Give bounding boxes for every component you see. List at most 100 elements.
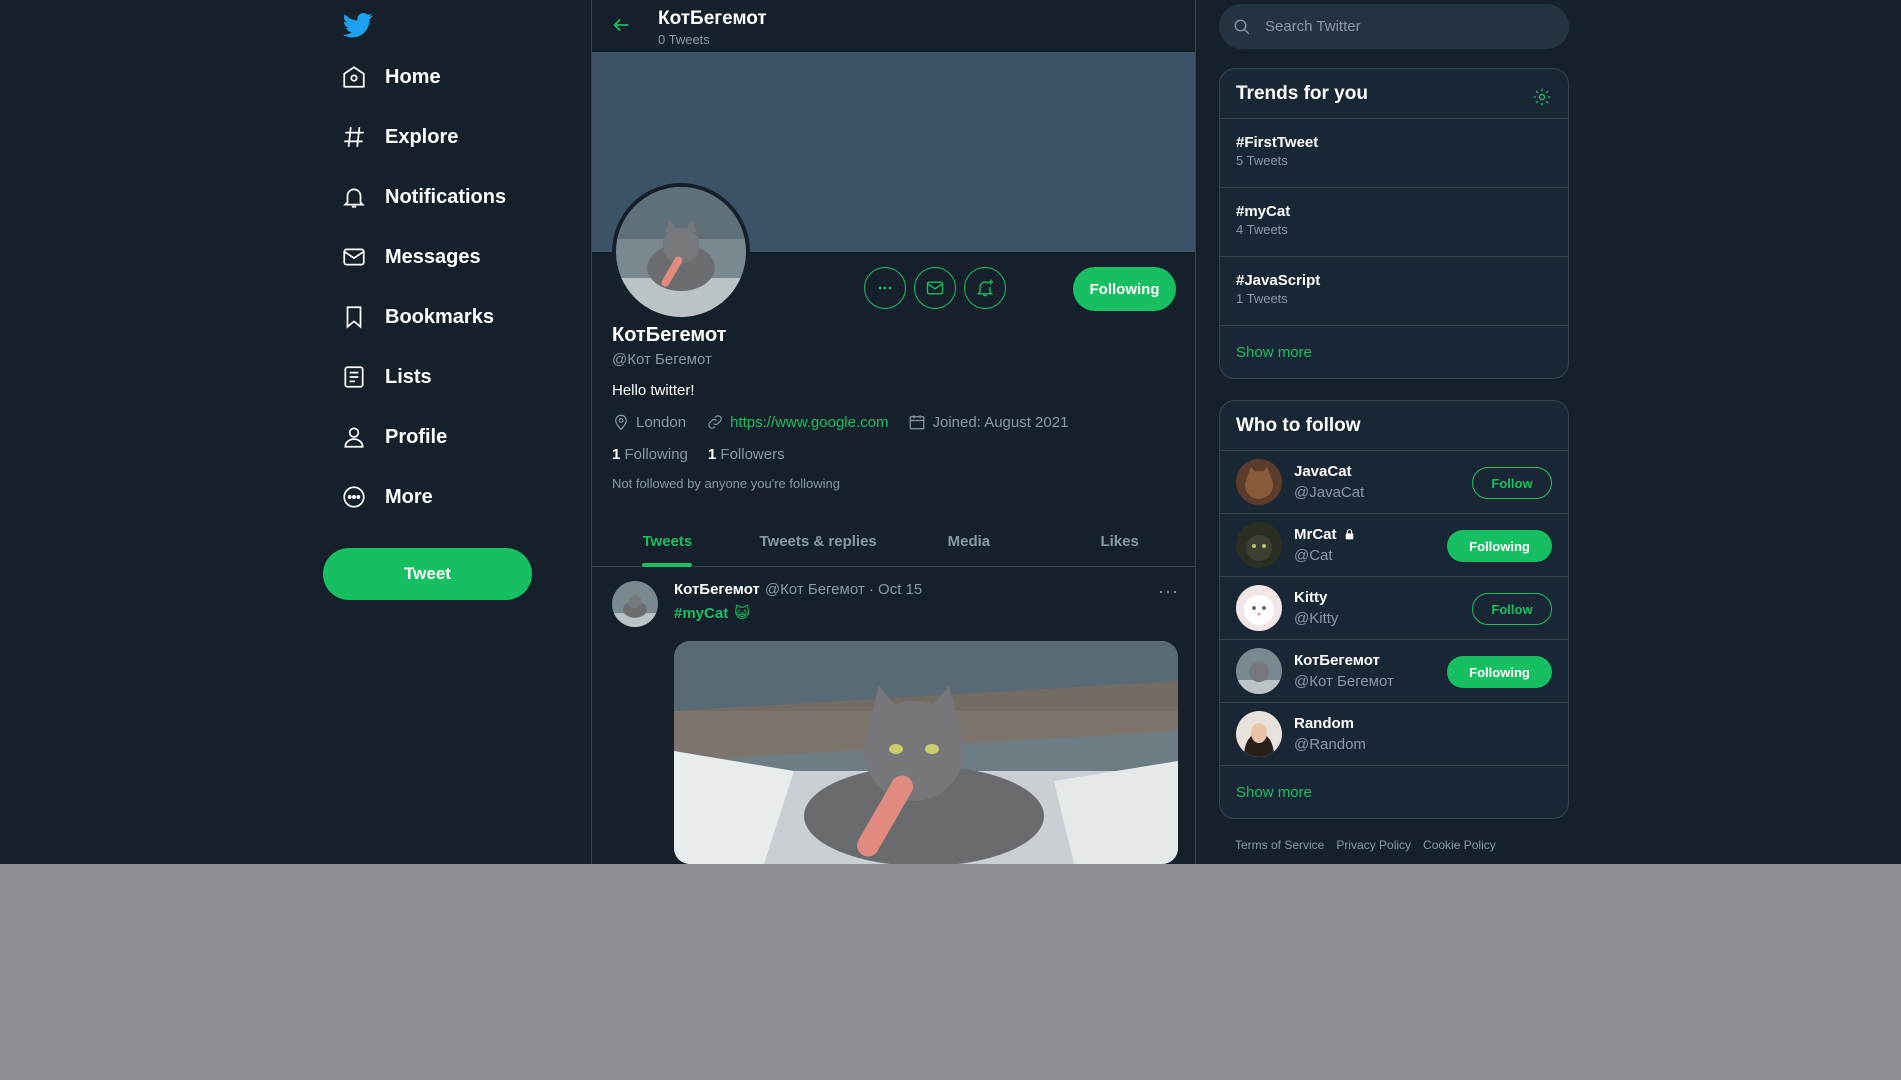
profile-meta: London https://www.google.com Joined: Au… bbox=[612, 413, 1088, 431]
follow-button[interactable]: Follow bbox=[1472, 467, 1552, 499]
followers-label: Followers bbox=[720, 446, 785, 463]
sidebar-item-bookmarks[interactable]: Bookmarks bbox=[341, 294, 494, 340]
sidebar-item-notifications[interactable]: Notifications bbox=[341, 174, 506, 220]
follow-suggestion[interactable]: КотБегемот @Кот Бегемот Following bbox=[1220, 640, 1568, 703]
avatar[interactable] bbox=[1236, 459, 1282, 505]
who-to-follow-title: Who to follow bbox=[1220, 401, 1568, 451]
bell-icon bbox=[343, 188, 365, 208]
user-icon bbox=[344, 427, 364, 448]
cat-photo-icon bbox=[612, 581, 658, 627]
sidebar-item-profile[interactable]: Profile bbox=[341, 414, 447, 460]
avatar[interactable] bbox=[1236, 648, 1282, 694]
following-label: Following bbox=[624, 446, 688, 463]
bell-plus-icon bbox=[976, 279, 994, 297]
mail-icon bbox=[343, 248, 365, 266]
tab-tweets[interactable]: Tweets bbox=[592, 516, 743, 566]
footer-links: Terms of Service Privacy Policy Cookie P… bbox=[1235, 838, 1496, 852]
trend-item[interactable]: #JavaScript 1 Tweets bbox=[1220, 257, 1568, 326]
profile-bio: Hello twitter! bbox=[612, 382, 695, 399]
sidebar-item-more[interactable]: More bbox=[341, 474, 433, 520]
footer-link-cookies[interactable]: Cookie Policy bbox=[1423, 838, 1496, 852]
more-circle-icon bbox=[343, 486, 365, 508]
gray-overlay bbox=[0, 864, 1901, 1080]
twitter-logo-icon[interactable] bbox=[341, 10, 375, 40]
trends-title-text: Trends for you bbox=[1236, 82, 1368, 104]
gear-icon[interactable] bbox=[1532, 87, 1552, 107]
suggestion-handle: @Cat bbox=[1294, 547, 1333, 564]
sidebar-item-label: Notifications bbox=[385, 185, 507, 208]
search-input[interactable] bbox=[1265, 18, 1545, 35]
tab-media[interactable]: Media bbox=[894, 516, 1045, 566]
trend-item[interactable]: #myCat 4 Tweets bbox=[1220, 188, 1568, 257]
avatar[interactable] bbox=[1236, 711, 1282, 757]
website-link[interactable]: https://www.google.com bbox=[730, 414, 888, 431]
hashtag-link[interactable]: #myCat bbox=[674, 605, 728, 622]
footer-link-terms[interactable]: Terms of Service bbox=[1235, 838, 1324, 852]
tweet-count: 0 Tweets bbox=[658, 32, 710, 47]
more-options-button[interactable] bbox=[864, 267, 906, 309]
avatar[interactable] bbox=[1236, 522, 1282, 568]
search-bar[interactable] bbox=[1219, 4, 1569, 49]
footer-link-privacy[interactable]: Privacy Policy bbox=[1336, 838, 1411, 852]
tweet-button[interactable]: Tweet bbox=[323, 548, 532, 600]
tweet-text: #myCat 😺 bbox=[674, 604, 750, 623]
tweet-image[interactable] bbox=[674, 641, 1178, 864]
message-button[interactable] bbox=[914, 267, 956, 309]
profile-avatar[interactable] bbox=[612, 183, 750, 321]
hashtag-icon bbox=[344, 127, 364, 147]
profile-column: КотБегемот 0 Tweets Following КотБегемот… bbox=[591, 0, 1196, 864]
following-button[interactable]: Following bbox=[1073, 267, 1176, 311]
trend-tag: #JavaScript bbox=[1236, 272, 1321, 289]
link-icon bbox=[708, 415, 722, 429]
follow-suggestion[interactable]: Random @Random bbox=[1220, 703, 1568, 766]
who-to-follow-show-more[interactable]: Show more bbox=[1220, 766, 1568, 818]
search-icon bbox=[1234, 19, 1250, 34]
followers-stat[interactable]: 1 Followers bbox=[708, 446, 785, 463]
sidebar-item-label: Lists bbox=[385, 365, 432, 388]
app-window: Home Explore Notifications Messages Book… bbox=[0, 0, 1901, 864]
back-arrow-icon[interactable] bbox=[610, 14, 632, 36]
trends-show-more[interactable]: Show more bbox=[1220, 326, 1568, 378]
avatar[interactable] bbox=[1236, 585, 1282, 631]
profile-website: https://www.google.com bbox=[706, 413, 888, 431]
profile-tabs: Tweets Tweets & replies Media Likes bbox=[592, 516, 1195, 567]
following-count: 1 bbox=[612, 446, 621, 463]
following-stat[interactable]: 1 Following bbox=[612, 446, 688, 463]
sidebar-item-label: More bbox=[385, 485, 433, 508]
sidebar-item-home[interactable]: Home bbox=[341, 54, 441, 100]
sidebar-item-explore[interactable]: Explore bbox=[341, 114, 458, 160]
location-pin-icon bbox=[615, 414, 627, 431]
sidebar-item-lists[interactable]: Lists bbox=[341, 354, 432, 400]
sidebar-item-messages[interactable]: Messages bbox=[341, 234, 481, 280]
tweet-author[interactable]: КотБегемот bbox=[674, 581, 760, 598]
trends-panel: Trends for you #FirstTweet 5 Tweets #myC… bbox=[1219, 68, 1569, 379]
trend-item[interactable]: #FirstTweet 5 Tweets bbox=[1220, 119, 1568, 188]
follow-button[interactable]: Follow bbox=[1472, 593, 1552, 625]
following-button[interactable]: Following bbox=[1447, 656, 1552, 688]
page-title: КотБегемот bbox=[658, 8, 767, 29]
following-button[interactable]: Following bbox=[1447, 530, 1552, 562]
not-followed-note: Not followed by anyone you're following bbox=[612, 476, 840, 491]
suggestion-handle: @JavaCat bbox=[1294, 484, 1365, 501]
followers-count: 1 bbox=[707, 446, 717, 463]
lock-icon bbox=[1345, 529, 1353, 540]
calendar-icon bbox=[910, 415, 925, 430]
follow-suggestion[interactable]: MrCat @Cat Following bbox=[1220, 514, 1568, 577]
suggestion-handle: @Кот Бегемот bbox=[1294, 673, 1394, 690]
follow-suggestion[interactable]: JavaCat @JavaCat Follow bbox=[1220, 451, 1568, 514]
notify-button[interactable] bbox=[964, 267, 1006, 309]
cat-emoji-icon: 😺 bbox=[734, 605, 750, 622]
trend-count: 4 Tweets bbox=[1236, 222, 1288, 237]
tab-likes[interactable]: Likes bbox=[1044, 516, 1195, 566]
tweet-item[interactable]: КотБегемот @Кот Бегемот · Oct 15 ··· #my… bbox=[592, 567, 1195, 864]
tweet-more-button[interactable]: ··· bbox=[1158, 581, 1179, 602]
trend-count: 5 Tweets bbox=[1236, 153, 1288, 168]
tweet-avatar[interactable] bbox=[612, 581, 658, 627]
sidebar: Home Explore Notifications Messages Book… bbox=[323, 0, 591, 864]
tweet-meta: @Кот Бегемот · Oct 15 bbox=[764, 581, 923, 598]
location-text: London bbox=[636, 413, 687, 431]
follow-suggestion[interactable]: Kitty @Kitty Follow bbox=[1220, 577, 1568, 640]
trend-tag: #FirstTweet bbox=[1236, 134, 1319, 151]
cat-avatar-icon bbox=[1236, 522, 1282, 568]
tab-tweets-replies[interactable]: Tweets & replies bbox=[743, 516, 894, 566]
